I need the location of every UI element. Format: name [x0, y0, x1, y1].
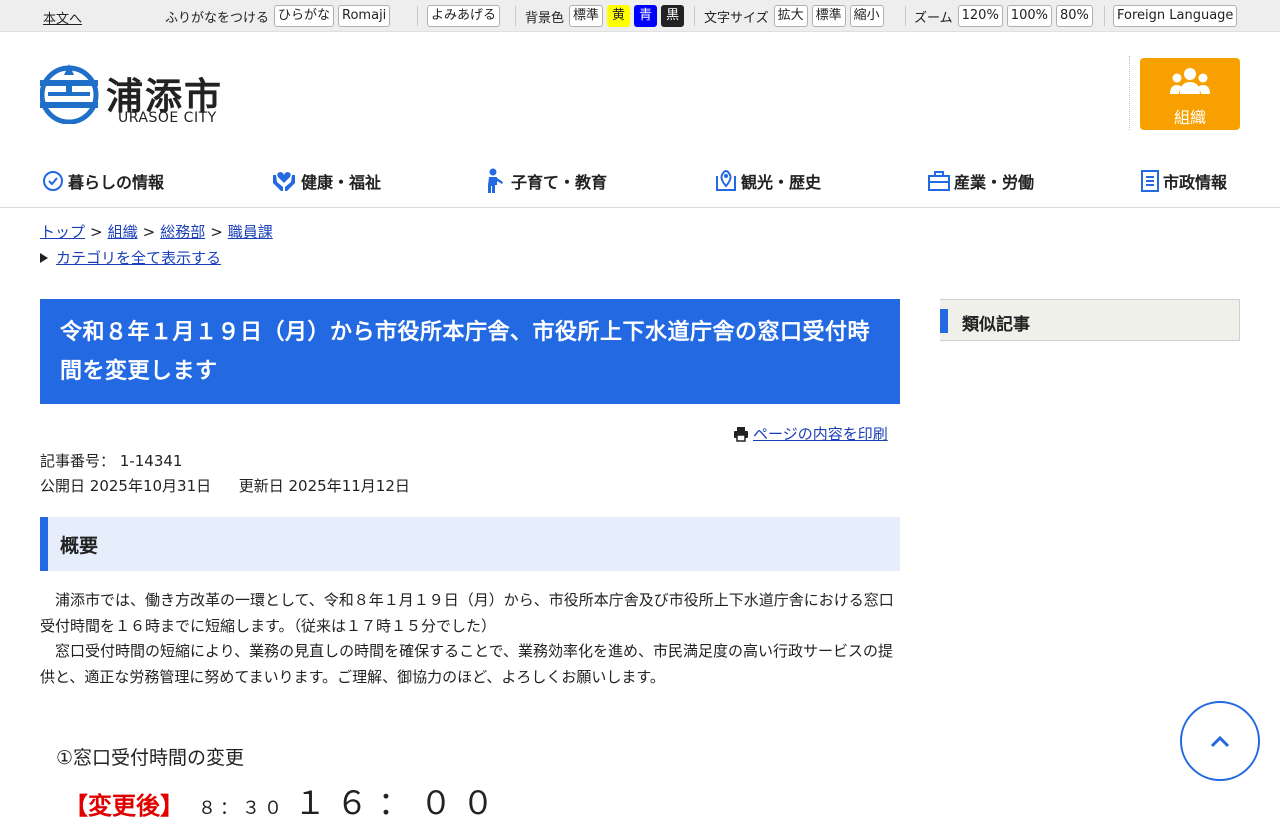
similar-articles-label: 類似記事	[962, 315, 1030, 335]
nav-childcare[interactable]: 子育て・教育	[487, 168, 607, 194]
nav-label: 市政情報	[1163, 173, 1228, 192]
zoom-120-button[interactable]: 120%	[957, 5, 1003, 27]
overview-body: 浦添市では、働き方改革の一環として、令和８年１月１９日（月）から、市役所本庁舎及…	[40, 588, 900, 690]
bg-color-label: 背景色	[525, 10, 565, 26]
bg-black-button[interactable]: 黒	[661, 5, 685, 27]
article-meta: 記事番号： 1-14341 公開日 2025年10月31日 更新日 2025年1…	[40, 449, 410, 499]
font-size-label: 文字サイズ	[704, 10, 769, 26]
triangle-right-icon	[40, 252, 48, 263]
nav-industry[interactable]: 産業・労働	[928, 168, 1034, 194]
divider	[417, 6, 418, 26]
romaji-button[interactable]: Romaji	[338, 5, 391, 27]
document-icon	[1141, 170, 1159, 192]
chevron-up-icon	[1210, 735, 1230, 748]
after-end-time: １６：００	[294, 784, 505, 822]
hiragana-button[interactable]: ひらがな	[274, 5, 335, 27]
overview-paragraph: 浦添市では、働き方改革の一環として、令和８年１月１９日（月）から、市役所本庁舎及…	[40, 591, 894, 635]
article-number: 1-14341	[119, 452, 183, 470]
nav-label: 健康・福祉	[301, 173, 382, 192]
updated-label: 更新日	[238, 477, 284, 495]
overview-heading: 概要	[40, 517, 900, 571]
child-icon	[488, 168, 503, 193]
bg-standard-button[interactable]: 標準	[569, 5, 604, 27]
breadcrumb: トップ > 組織 > 総務部 > 職員課	[40, 223, 273, 241]
overview-paragraph: 窓口受付時間の短縮により、業務の見直しの時間を確保することで、業務効率化を進め、…	[40, 642, 894, 686]
print-page[interactable]: ページの内容を印刷	[733, 423, 888, 444]
article-dates-row: 公開日 2025年10月31日 更新日 2025年11月12日	[40, 474, 410, 499]
updated-date: 2025年11月12日	[288, 477, 410, 495]
nav-label: 観光・歴史	[741, 173, 822, 192]
nav-label: 産業・労働	[954, 173, 1035, 192]
utility-bar: 本文へ ふりがなをつける ひらがな Romaji よみあげる 背景色 標準 黄 …	[0, 0, 1280, 32]
furigana-label: ふりがなをつける	[165, 10, 270, 26]
font-size-group: 文字サイズ 拡大 標準 縮小	[704, 5, 888, 27]
bg-yellow-button[interactable]: 黄	[607, 5, 631, 27]
organization-button[interactable]: 組織	[1140, 58, 1240, 130]
print-page-link[interactable]: ページの内容を印刷	[753, 423, 888, 444]
briefcase-icon	[928, 171, 950, 191]
zoom-100-button[interactable]: 100%	[1006, 5, 1052, 27]
foreign-language-group: Foreign Language	[1113, 5, 1241, 27]
bg-blue-button[interactable]: 青	[634, 5, 658, 27]
read-aloud-button[interactable]: よみあげる	[427, 5, 501, 27]
breadcrumb-organization[interactable]: 組織	[108, 223, 138, 241]
skip-to-content-link[interactable]: 本文へ	[43, 8, 82, 27]
foreign-language-button[interactable]: Foreign Language	[1113, 5, 1238, 27]
after-change-label: 【変更後】	[64, 792, 184, 820]
heart-hands-icon	[273, 172, 295, 191]
zoom-label: ズーム	[914, 10, 953, 26]
printer-icon	[734, 426, 748, 442]
divider	[694, 6, 695, 26]
show-all-categories[interactable]: カテゴリを全て表示する	[40, 247, 221, 268]
page-title: 令和８年１月１９日（月）から市役所本庁舎、市役所上下水道庁舎の窓口受付時間を変更…	[60, 320, 871, 384]
font-standard-button[interactable]: 標準	[811, 5, 846, 27]
logo-city-name-en: URASOE CITY	[118, 110, 217, 126]
nav-municipal[interactable]: 市政情報	[1141, 168, 1227, 194]
divider	[1129, 56, 1130, 130]
article-number-row: 記事番号： 1-14341	[40, 449, 410, 474]
global-nav: 暮らしの情報 健康・福祉 子育て・教育 観光・歴史 産業・労働 市政情報	[0, 160, 1280, 208]
bg-color-group: 背景色 標準 黄 青 黒	[525, 5, 688, 27]
reception-hours-after: 【変更後】 ８：３０ １６：００	[64, 778, 504, 824]
after-start-time: ８：３０	[198, 798, 286, 819]
nav-living[interactable]: 暮らしの情報	[42, 168, 164, 194]
published-date: 2025年10月31日	[89, 477, 212, 495]
font-small-button[interactable]: 縮小	[849, 5, 884, 27]
nav-tourism[interactable]: 観光・歴史	[715, 168, 821, 194]
page-title-box: 令和８年１月１９日（月）から市役所本庁舎、市役所上下水道庁舎の窓口受付時間を変更…	[40, 299, 900, 404]
back-to-top-button[interactable]	[1180, 701, 1260, 781]
zoom-group: ズーム 120% 100% 80%	[914, 5, 1097, 27]
city-emblem-icon	[40, 64, 99, 124]
published-label: 公開日	[40, 477, 86, 495]
furigana-group: ふりがなをつける ひらがな Romaji	[165, 5, 394, 27]
breadcrumb-personnel[interactable]: 職員課	[228, 223, 273, 241]
similar-articles-heading: 類似記事	[940, 299, 1240, 341]
show-all-categories-link[interactable]: カテゴリを全て表示する	[56, 247, 221, 268]
breadcrumb-general-affairs[interactable]: 総務部	[160, 223, 205, 241]
people-icon	[1170, 68, 1210, 94]
organization-label: 組織	[1173, 108, 1206, 127]
read-aloud-group: よみあげる	[427, 5, 504, 27]
zoom-80-button[interactable]: 80%	[1055, 5, 1093, 27]
breadcrumb-top[interactable]: トップ	[40, 223, 85, 241]
divider	[905, 6, 906, 26]
nav-label: 暮らしの情報	[68, 173, 165, 192]
divider	[1104, 6, 1105, 26]
nav-label: 子育て・教育	[511, 173, 608, 192]
reception-hours-heading: ①窓口受付時間の変更	[56, 747, 245, 769]
clock-icon	[43, 171, 63, 191]
article-number-label: 記事番号：	[40, 452, 116, 470]
font-large-button[interactable]: 拡大	[773, 5, 808, 27]
site-logo[interactable]: 浦添市 URASOE CITY	[40, 62, 240, 128]
map-pin-icon	[716, 170, 736, 191]
divider	[515, 6, 516, 26]
nav-health[interactable]: 健康・福祉	[271, 168, 381, 194]
